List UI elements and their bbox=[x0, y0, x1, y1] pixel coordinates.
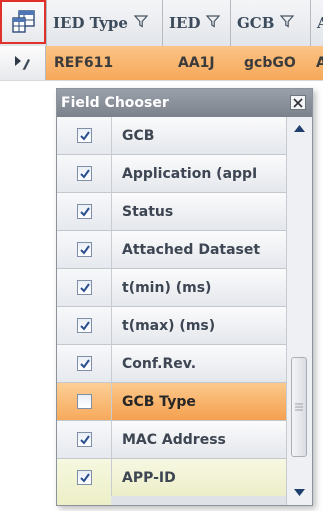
field-label: GCB Type bbox=[111, 383, 286, 420]
check-icon bbox=[80, 283, 90, 293]
grip-icon bbox=[295, 403, 303, 411]
list-item[interactable]: APP-ID bbox=[57, 459, 286, 505]
column-header-label: IED Type bbox=[53, 14, 128, 32]
list-item[interactable]: Application (appI bbox=[57, 155, 286, 193]
row-selector[interactable] bbox=[0, 46, 46, 80]
field-list: GCB Application (appI Status Attached Da… bbox=[57, 117, 286, 505]
checkbox[interactable] bbox=[77, 470, 92, 485]
column-header-label: IED bbox=[169, 14, 201, 32]
field-chooser-title-bar[interactable]: Field Chooser bbox=[57, 89, 312, 117]
column-header-app[interactable]: A bbox=[310, 0, 323, 46]
filter-icon[interactable] bbox=[206, 14, 221, 32]
list-item[interactable]: Attached Dataset bbox=[57, 231, 286, 269]
list-item-selected[interactable]: GCB Type bbox=[57, 383, 286, 421]
checkbox[interactable] bbox=[77, 166, 92, 181]
cell-ied-type[interactable]: REF611 bbox=[46, 46, 162, 80]
close-button[interactable] bbox=[290, 95, 306, 110]
checkbox[interactable] bbox=[77, 356, 92, 371]
column-header-label: A bbox=[317, 14, 323, 32]
field-chooser-icon bbox=[12, 10, 35, 33]
list-item[interactable]: t(min) (ms) bbox=[57, 269, 286, 307]
close-icon bbox=[293, 98, 303, 108]
scrollbar-thumb[interactable] bbox=[291, 357, 307, 457]
cell-app[interactable]: A bbox=[310, 46, 323, 80]
field-chooser-button[interactable] bbox=[0, 0, 46, 44]
edit-row-icon bbox=[15, 56, 30, 70]
field-label: GCB bbox=[111, 117, 286, 154]
check-icon bbox=[80, 131, 90, 141]
check-icon bbox=[80, 473, 90, 483]
column-header-label: GCB bbox=[237, 14, 275, 32]
grid-header: IED Type IED GCB A bbox=[0, 0, 323, 47]
checkbox[interactable] bbox=[77, 128, 92, 143]
checkbox[interactable] bbox=[77, 280, 92, 295]
checkbox[interactable] bbox=[77, 204, 92, 219]
field-label: t(max) (ms) bbox=[111, 307, 286, 344]
field-label: APP-ID bbox=[111, 459, 286, 496]
column-header-ied-type[interactable]: IED Type bbox=[46, 0, 162, 46]
filter-icon[interactable] bbox=[133, 14, 149, 32]
check-icon bbox=[80, 359, 90, 369]
check-icon bbox=[80, 321, 90, 331]
list-item[interactable]: MAC Address bbox=[57, 421, 286, 459]
checkbox[interactable] bbox=[77, 318, 92, 333]
scroll-up-button[interactable] bbox=[287, 117, 312, 141]
field-chooser-title: Field Chooser bbox=[61, 95, 169, 111]
field-label: t(min) (ms) bbox=[111, 269, 286, 306]
list-item[interactable]: t(max) (ms) bbox=[57, 307, 286, 345]
check-icon bbox=[80, 207, 90, 217]
scrollbar[interactable] bbox=[286, 117, 312, 505]
list-item[interactable]: GCB bbox=[57, 117, 286, 155]
filter-icon[interactable] bbox=[280, 14, 295, 32]
arrow-up-icon bbox=[294, 125, 305, 132]
field-label: Attached Dataset bbox=[111, 231, 286, 268]
column-header-ied[interactable]: IED bbox=[162, 0, 230, 46]
cell-gcb[interactable]: gcbGO bbox=[230, 46, 310, 80]
field-chooser-panel: Field Chooser GCB Application (appI Stat… bbox=[56, 88, 313, 506]
check-icon bbox=[80, 169, 90, 179]
check-icon bbox=[80, 435, 90, 445]
list-item[interactable]: Status bbox=[57, 193, 286, 231]
checkbox-unchecked[interactable] bbox=[77, 394, 92, 409]
column-header-gcb[interactable]: GCB bbox=[230, 0, 310, 46]
arrow-down-icon bbox=[294, 489, 305, 496]
field-label: MAC Address bbox=[111, 421, 286, 458]
check-icon bbox=[80, 245, 90, 255]
checkbox[interactable] bbox=[77, 242, 92, 257]
scroll-down-button[interactable] bbox=[287, 481, 312, 505]
field-label: Application (appI bbox=[111, 155, 286, 192]
checkbox[interactable] bbox=[77, 432, 92, 447]
field-label: Status bbox=[111, 193, 286, 230]
cell-ied[interactable]: AA1J bbox=[162, 46, 230, 80]
list-item[interactable]: Conf.Rev. bbox=[57, 345, 286, 383]
field-label: Conf.Rev. bbox=[111, 345, 286, 382]
